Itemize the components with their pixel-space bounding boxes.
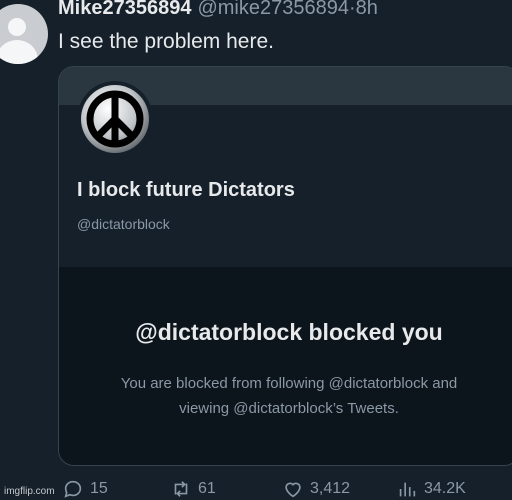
profile-avatar[interactable] <box>77 81 153 157</box>
reply-button[interactable]: 15 <box>62 478 108 500</box>
like-count: 3,412 <box>310 480 351 497</box>
tweet-action-bar: 15 61 3,412 34.2K <box>0 478 512 500</box>
avatar-placeholder-body <box>0 40 38 64</box>
display-name[interactable]: Mike27356894 <box>58 0 191 19</box>
retweet-button[interactable]: 61 <box>170 478 216 500</box>
avatar-placeholder-head <box>8 18 26 36</box>
user-handle[interactable]: @mike27356894 <box>197 0 349 19</box>
profile-name[interactable]: I block future Dictators <box>77 179 295 202</box>
blocked-description: You are blocked from following @dictator… <box>59 371 512 421</box>
retweet-count: 61 <box>198 480 216 497</box>
user-avatar[interactable] <box>0 4 48 64</box>
quoted-profile-card[interactable]: I block future Dictators @dictatorblock … <box>58 66 512 466</box>
profile-handle[interactable]: @dictatorblock <box>77 216 170 232</box>
retweet-icon <box>174 481 188 497</box>
like-button[interactable]: 3,412 <box>282 478 350 500</box>
blocked-description-line-2: viewing @dictatorblock’s Tweets. <box>179 400 399 417</box>
blocked-title: @dictatorblock blocked you <box>135 319 443 345</box>
separator-dot: · <box>348 0 356 19</box>
tweet-text: I see the problem here. <box>58 30 274 53</box>
peace-sign-icon <box>81 85 149 153</box>
reply-icon <box>64 480 82 498</box>
tweet-header: Mike27356894 @mike27356894·8h <box>58 0 378 20</box>
view-count: 34.2K <box>424 480 466 497</box>
tweet-timestamp[interactable]: 8h <box>356 0 378 19</box>
blocked-description-line-1: You are blocked from following @dictator… <box>120 375 458 392</box>
imgflip-watermark: imgflip.com <box>4 486 55 497</box>
analytics-icon <box>399 482 416 497</box>
views-button[interactable]: 34.2K <box>396 478 466 500</box>
heart-icon <box>285 482 301 498</box>
blocked-notice-panel: @dictatorblock blocked you You are block… <box>59 267 512 465</box>
reply-count: 15 <box>90 480 108 497</box>
